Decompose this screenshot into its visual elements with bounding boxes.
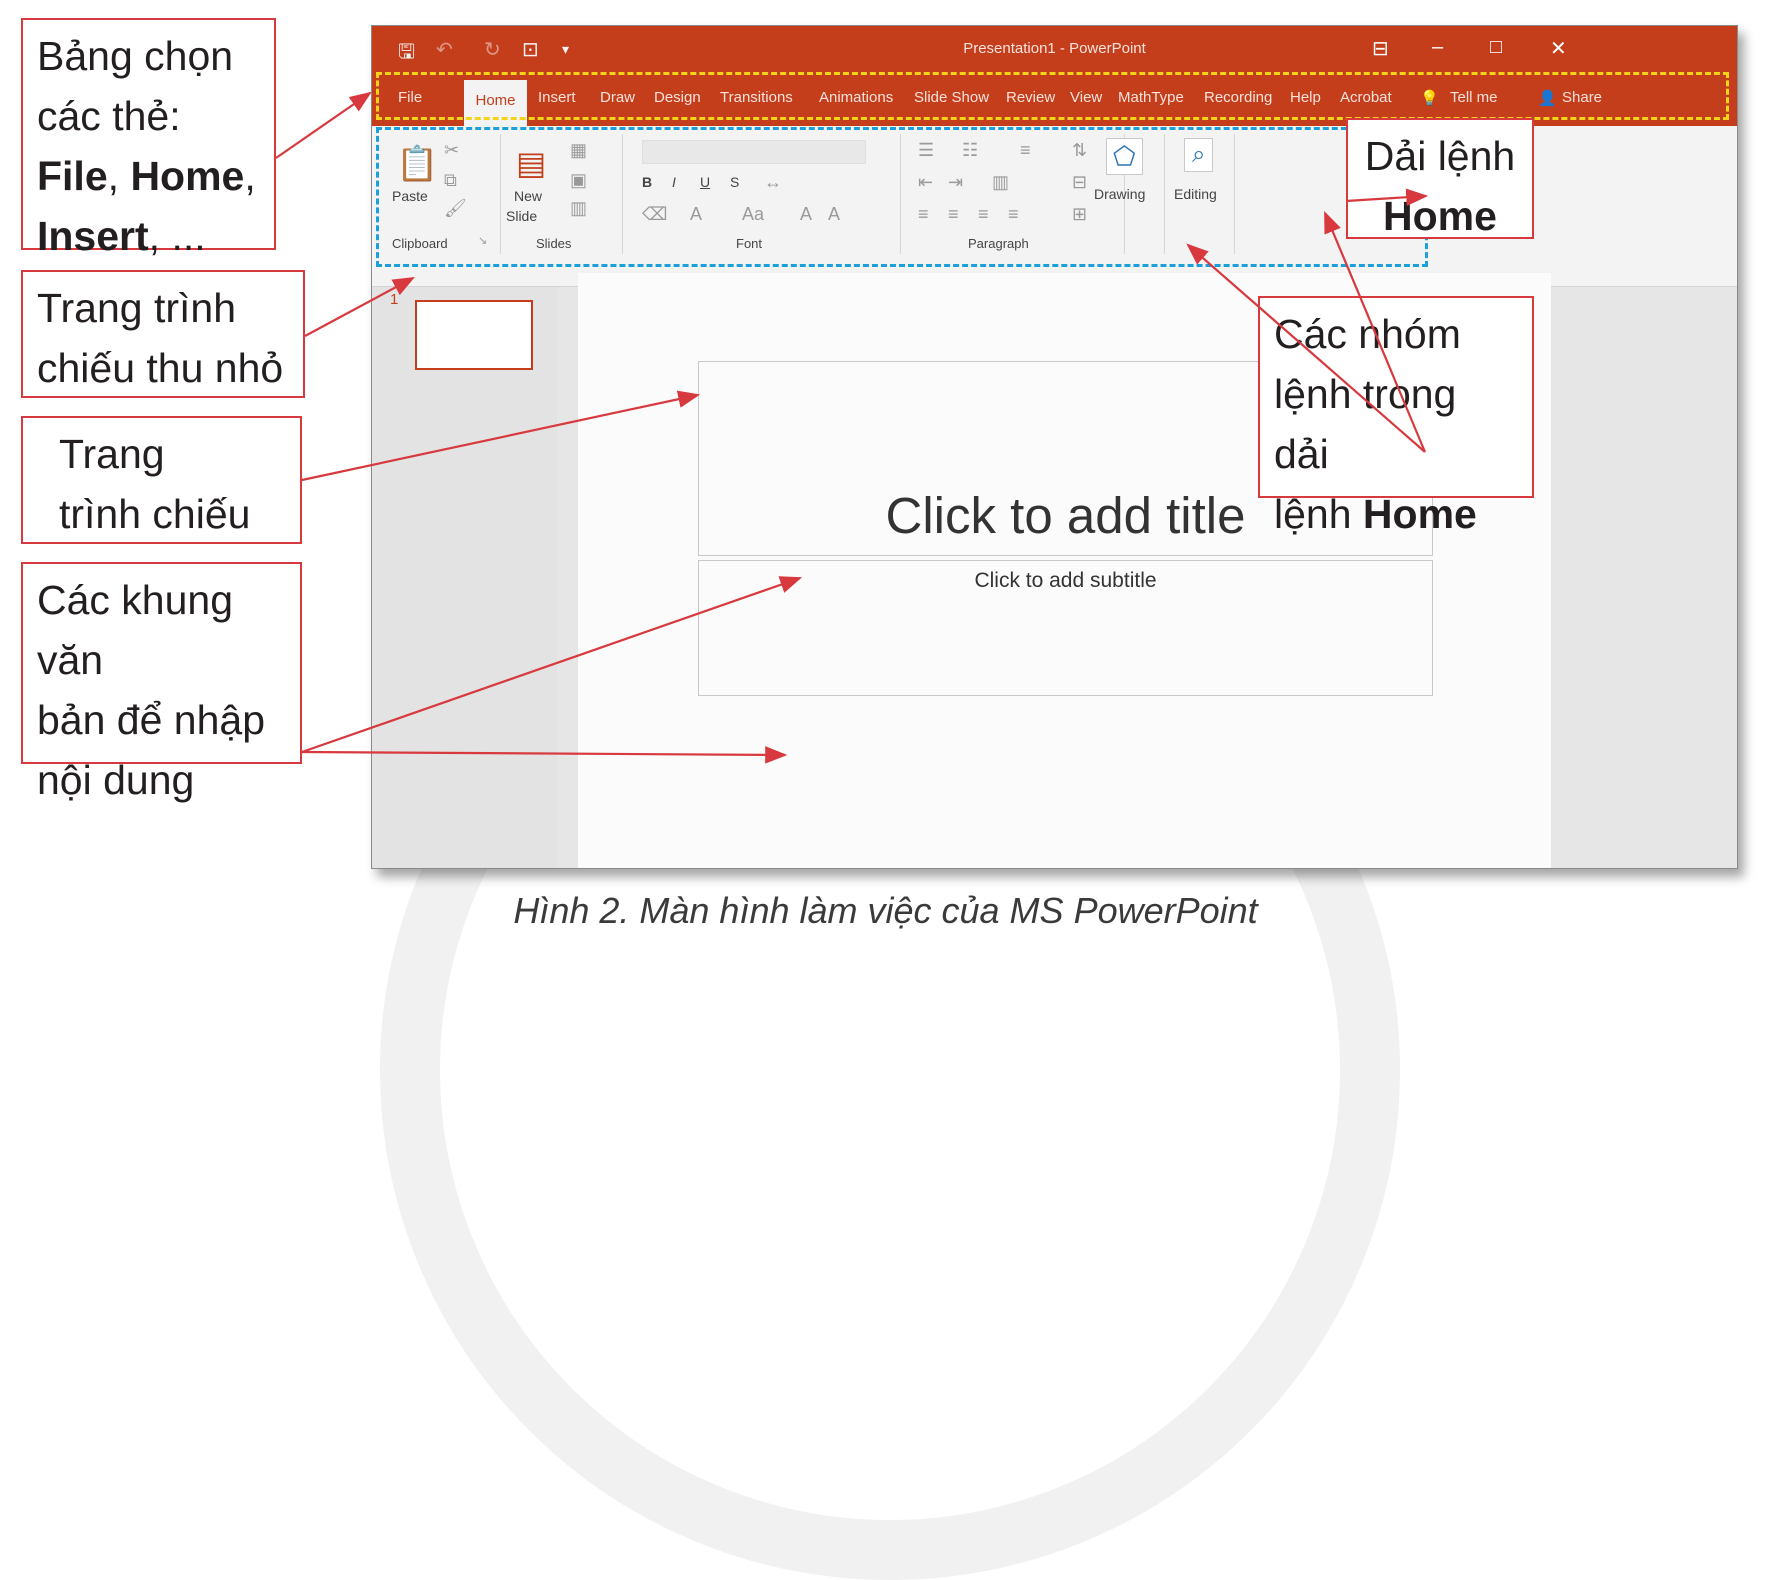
figure-caption: Hình 2. Màn hình làm việc của MS PowerPo… bbox=[513, 890, 1258, 931]
tabs-note-file: File bbox=[37, 153, 108, 199]
tabs-note-line3: File, Home, bbox=[37, 146, 260, 206]
groups-note-home: Home bbox=[1362, 491, 1477, 537]
subtitle-placeholder-text: Click to add subtitle bbox=[974, 569, 1157, 592]
textbox-note-line2: bản để nhập bbox=[37, 697, 266, 743]
minimize-icon[interactable]: – bbox=[1432, 36, 1443, 59]
tabs-note: Bảng chọn các thẻ: File, Home, Insert, .… bbox=[21, 18, 276, 259]
slide-note: Trang trình chiếu bbox=[21, 416, 302, 544]
textbox-note-line3: nội dung bbox=[37, 757, 195, 803]
ribbon-note-home: Home bbox=[1383, 193, 1497, 239]
ribbon-note-line1: Dải lệnh bbox=[1364, 133, 1516, 179]
textbox-note: Các khung văn bản để nhập nội dung bbox=[21, 562, 302, 803]
arrow-to-tabs bbox=[275, 91, 372, 159]
textbox-note-line1: Các khung văn bbox=[37, 577, 234, 683]
slide-note-line1: Trang bbox=[59, 431, 165, 477]
groups-note-line1: Các nhóm bbox=[1274, 311, 1461, 357]
tabs-note-comma: , bbox=[244, 153, 256, 199]
ribbon-highlight-frame bbox=[376, 127, 1428, 267]
tabs-note-line4: Insert, ... bbox=[37, 206, 260, 266]
slide-thumbnail[interactable] bbox=[415, 300, 533, 370]
tabs-note-insert: Insert bbox=[37, 213, 149, 259]
ribbon-note: Dải lệnh Home bbox=[1346, 118, 1534, 239]
ribbon-note-line2: Home bbox=[1362, 186, 1518, 246]
maximize-icon[interactable]: □ bbox=[1490, 36, 1502, 59]
groups-note: Các nhóm lệnh trong dải lệnh Home bbox=[1258, 296, 1534, 537]
tabs-note-line1: Bảng chọn bbox=[37, 33, 234, 79]
thumbnail-note-line2: chiếu thu nhỏ bbox=[37, 345, 284, 391]
slide-thumbnail-pane: 1 bbox=[372, 287, 557, 868]
ribbon-display-icon[interactable]: ⊟ bbox=[1372, 36, 1389, 61]
groups-note-line3: lệnh Home bbox=[1274, 484, 1518, 544]
tabs-note-sep: , bbox=[107, 153, 131, 199]
thumbnail-note: Trang trình chiếu thu nhỏ bbox=[21, 270, 305, 398]
tabs-highlight-frame bbox=[376, 72, 1729, 120]
tabs-note-line2: các thẻ: bbox=[37, 93, 181, 139]
slide-note-line2: trình chiếu bbox=[59, 491, 251, 537]
tabs-note-tail: , ... bbox=[148, 213, 206, 259]
subtitle-placeholder[interactable]: Click to add subtitle bbox=[698, 560, 1433, 696]
thumbnail-note-line1: Trang trình bbox=[37, 285, 237, 331]
window-title: Presentation1 - PowerPoint bbox=[963, 40, 1146, 57]
tabs-note-home: Home bbox=[130, 153, 245, 199]
thumbnail-number: 1 bbox=[390, 291, 399, 308]
groups-note-prefix: lệnh bbox=[1274, 491, 1363, 537]
close-icon[interactable]: ✕ bbox=[1550, 36, 1567, 61]
groups-note-line2: lệnh trong dải bbox=[1274, 371, 1457, 477]
title-bar: 🖫 ↶ ↻ ⊡ ▾ Presentation1 - PowerPoint ⊟ –… bbox=[372, 26, 1737, 70]
